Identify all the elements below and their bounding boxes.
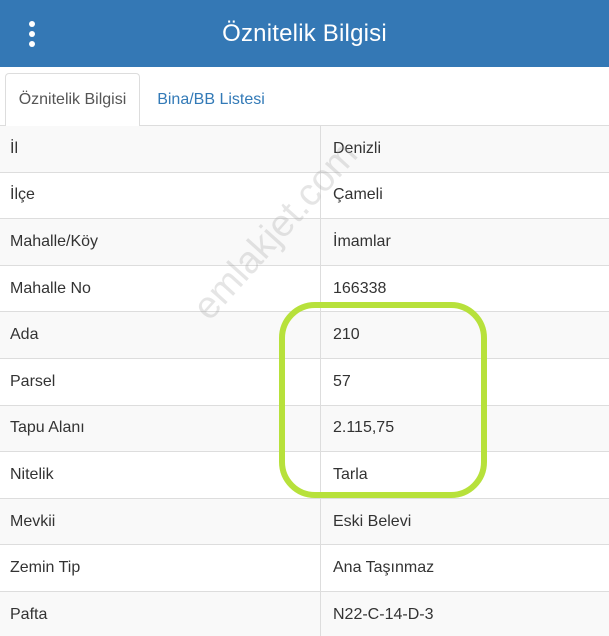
row-value: 210 <box>333 326 360 344</box>
page-title: Öznitelik Bilgisi <box>222 19 387 47</box>
app-header: Öznitelik Bilgisi <box>0 0 609 67</box>
attribute-table: İl Denizli İlçe Çameli Mahalle/Köy İmaml… <box>0 126 609 636</box>
row-key: İlçe <box>0 172 321 219</box>
row-key: Mevkii <box>0 498 321 545</box>
table-row: Mahalle/Köy İmamlar <box>0 219 609 266</box>
table-row: Mahalle No 166338 <box>0 265 609 313</box>
row-key: Parsel <box>0 358 321 405</box>
table-row: Mevkii Eski Belevi <box>0 498 609 546</box>
row-value: N22-C-14-D-3 <box>333 605 434 623</box>
row-value: 57 <box>333 372 351 390</box>
row-key: Nitelik <box>0 452 321 498</box>
table-row: Parsel 57 <box>0 358 609 406</box>
row-key: Zemin Tip <box>0 545 321 591</box>
tab-bina-bb-listesi[interactable]: Bina/BB Listesi <box>145 73 277 127</box>
row-key: Tapu Alanı <box>0 405 321 452</box>
table-row: İl Denizli <box>0 126 609 173</box>
row-value: 166338 <box>333 279 387 297</box>
row-value: 2.115,75 <box>333 419 395 437</box>
more-menu-icon[interactable] <box>22 19 42 49</box>
row-key: İl <box>0 126 321 172</box>
table-row: Ada 210 <box>0 312 609 359</box>
row-value: Ana Taşınmaz <box>333 559 435 577</box>
row-key: Mahalle/Köy <box>0 219 321 265</box>
row-value: Eski Belevi <box>333 512 412 530</box>
row-value: İmamlar <box>333 232 391 250</box>
row-value: Çameli <box>333 186 383 204</box>
table-row: Nitelik Tarla <box>0 452 609 499</box>
table-row: Tapu Alanı 2.115,75 <box>0 405 609 453</box>
row-value: Denizli <box>333 139 382 157</box>
table-row: Zemin Tip Ana Taşınmaz <box>0 545 609 592</box>
row-key: Mahalle No <box>0 265 321 312</box>
table-row: İlçe Çameli <box>0 172 609 220</box>
row-key: Pafta <box>0 591 321 636</box>
tab-oznitelik-bilgisi[interactable]: Öznitelik Bilgisi <box>5 73 140 127</box>
row-key: Ada <box>0 312 321 358</box>
row-value: Tarla <box>333 465 368 483</box>
tab-bar: Öznitelik Bilgisi Bina/BB Listesi <box>0 67 609 127</box>
table-row: Pafta N22-C-14-D-3 <box>0 591 609 636</box>
